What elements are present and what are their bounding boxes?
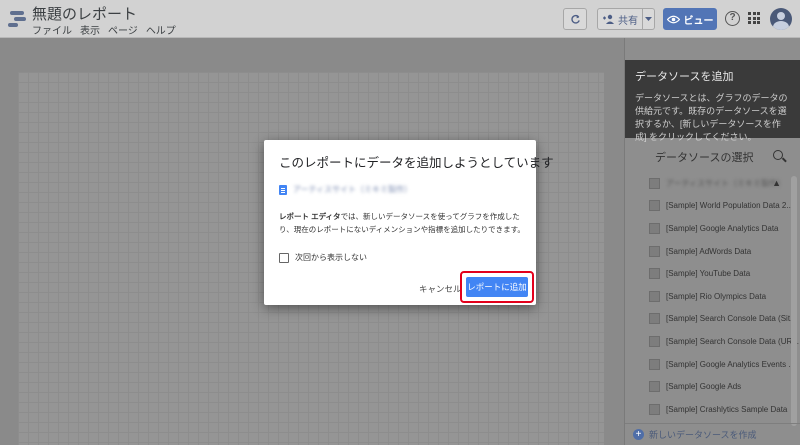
add-person-icon (603, 14, 614, 24)
list-item[interactable]: [Sample] World Population Data 2... (625, 195, 800, 218)
menu-help[interactable]: ヘルプ (146, 22, 176, 37)
select-heading: データソースの選択 (655, 152, 754, 164)
panel-header: データソースを追加 データソースとは、グラフのデータの供給元です。既存のデータソ… (625, 60, 800, 142)
panel-description: データソースとは、グラフのデータの供給元です。既存のデータソースを選択するか、[… (635, 93, 788, 142)
data-source-icon (649, 268, 660, 280)
view-button[interactable]: ビュー (663, 8, 717, 30)
crashlytics-icon (649, 403, 660, 415)
list-item[interactable]: [Sample] YouTube Data (625, 262, 800, 285)
list-item[interactable]: [Sample] Search Console Data (Sit... (625, 308, 800, 331)
data-source-panel: データソースを追加 データソースとは、グラフのデータの供給元です。既存のデータソ… (624, 38, 800, 445)
dont-show-again-checkbox[interactable] (279, 252, 289, 263)
avatar[interactable] (770, 8, 792, 30)
menu-bar: ファイル 表示 ページ ヘルプ (32, 22, 176, 37)
cancel-button[interactable]: キャンセル (419, 283, 462, 295)
dialog-description: レポート エディタでは、新しいデータソースを使ってグラフを作成したり、現在のレポ… (279, 210, 531, 236)
search-icon[interactable] (773, 150, 783, 160)
list-item[interactable]: [Sample] Rio Olympics Data (625, 285, 800, 308)
help-icon[interactable]: ? (725, 11, 740, 26)
apps-grid-icon[interactable] (748, 12, 760, 24)
chevron-down-icon (645, 16, 652, 21)
data-source-select-header: データソースの選択 (625, 140, 800, 170)
top-app-bar: 無題のレポート ファイル 表示 ページ ヘルプ 共有 ビュー ? (0, 0, 800, 38)
panel-heading: データソースを追加 (635, 71, 734, 83)
dont-show-again-option[interactable]: 次回から表示しない (279, 252, 367, 263)
create-data-source-label: 新しいデータソースを作成 (649, 430, 757, 440)
data-source-name: アーティスサイト（ミキミ製作） (293, 185, 413, 194)
panel-scrollbar[interactable] (791, 176, 797, 426)
refresh-button[interactable] (563, 8, 587, 30)
dont-show-again-label: 次回から表示しない (295, 253, 367, 262)
share-label: 共有 (618, 15, 638, 27)
menu-view[interactable]: 表示 (80, 22, 100, 37)
menu-page[interactable]: ページ (108, 22, 138, 37)
data-source-icon (649, 245, 660, 257)
google-ads-icon (649, 381, 660, 393)
menu-file[interactable]: ファイル (32, 22, 72, 37)
dialog-title: このレポートにデータを追加しようとしています (279, 156, 554, 170)
list-item[interactable]: [Sample] Google Analytics Data (625, 217, 800, 240)
data-studio-logo-icon[interactable] (8, 10, 26, 28)
create-data-source-button[interactable]: + 新しいデータソースを作成 (625, 423, 800, 445)
report-title[interactable]: 無題のレポート (32, 3, 137, 24)
list-item[interactable]: アーティスサイト（ミキミ製作） ▲ (625, 172, 800, 195)
view-label: ビュー (683, 15, 714, 27)
share-dropdown-button[interactable] (643, 8, 655, 30)
data-source-list: アーティスサイト（ミキミ製作） ▲ [Sample] World Populat… (625, 172, 800, 421)
search-console-icon (649, 335, 660, 347)
share-button[interactable]: 共有 (597, 8, 643, 30)
search-console-icon (649, 313, 660, 325)
search-icon (649, 358, 660, 370)
data-source-icon (649, 177, 660, 189)
dialog-data-source: アーティスサイト（ミキミ製作） (279, 184, 412, 195)
list-item[interactable]: [Sample] Google Ads (625, 375, 800, 398)
warning-icon: ▲ (772, 178, 781, 189)
eye-icon (666, 15, 680, 23)
plus-icon: + (633, 429, 644, 440)
list-item[interactable]: [Sample] Crashlytics Sample Data (625, 398, 800, 421)
list-item[interactable]: [Sample] Search Console Data (UR... (625, 330, 800, 353)
sheets-icon (279, 184, 287, 195)
refresh-icon (570, 14, 580, 24)
data-source-icon (649, 200, 660, 212)
list-item[interactable]: [Sample] AdWords Data (625, 240, 800, 263)
add-to-report-button[interactable]: レポートに追加 (466, 277, 528, 297)
report-editor-term: レポート エディタ (279, 212, 341, 221)
data-source-icon (649, 290, 660, 302)
add-data-dialog: このレポートにデータを追加しようとしています アーティスサイト（ミキミ製作） レ… (264, 140, 554, 305)
list-item[interactable]: [Sample] Google Analytics Events ... (625, 353, 800, 376)
analytics-icon (649, 222, 660, 234)
